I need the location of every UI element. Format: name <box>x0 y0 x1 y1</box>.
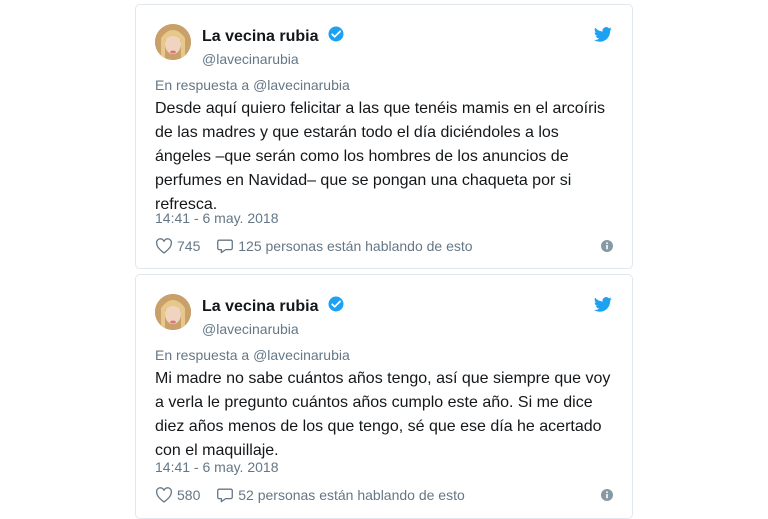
info-icon[interactable] <box>601 239 613 255</box>
replies-text: 125 personas están hablando de esto <box>238 238 473 255</box>
twitter-bird-icon[interactable] <box>594 27 612 47</box>
tweet-card[interactable]: La vecina rubia @lavecinarubia En respue… <box>135 4 633 269</box>
reply-context: En respuesta a @lavecinarubia <box>155 77 350 93</box>
display-name[interactable]: La vecina rubia <box>202 298 319 316</box>
tweet-timestamp[interactable]: 14:41 - 6 may. 2018 <box>155 210 278 226</box>
twitter-bird-icon[interactable] <box>594 297 612 317</box>
tweet-text: Desde aquí quiero felicitar a las que te… <box>155 100 605 213</box>
display-name[interactable]: La vecina rubia <box>202 28 319 46</box>
replies-link[interactable]: 52 personas están hablando de esto <box>216 487 465 503</box>
reply-context: En respuesta a @lavecinarubia <box>155 347 350 363</box>
reply-bubble-icon <box>217 488 234 503</box>
reply-prefix: En respuesta a <box>155 347 250 363</box>
info-icon[interactable] <box>601 488 613 504</box>
user-handle[interactable]: @lavecinarubia <box>202 51 345 67</box>
avatar[interactable] <box>155 24 191 60</box>
tweet-text: Mi madre no sabe cuántos años tengo, así… <box>155 370 611 459</box>
tweet-card[interactable]: La vecina rubia @lavecinarubia En respue… <box>135 274 633 519</box>
reply-prefix: En respuesta a <box>155 77 250 93</box>
avatar[interactable] <box>155 294 191 330</box>
verified-badge-icon <box>327 295 345 318</box>
reply-handle-link[interactable]: @lavecinarubia <box>253 347 350 363</box>
tweet-actions: 580 52 personas están hablando de esto <box>155 486 613 506</box>
like-count: 580 <box>177 487 201 504</box>
tweet-actions: 745 125 personas están hablando de esto <box>155 237 613 257</box>
like-button[interactable]: 580 <box>155 487 200 503</box>
heart-icon <box>156 238 172 254</box>
like-count: 745 <box>177 238 201 255</box>
reply-bubble-icon <box>217 239 234 254</box>
user-handle[interactable]: @lavecinarubia <box>202 321 345 337</box>
heart-icon <box>156 487 172 503</box>
tweet-timestamp[interactable]: 14:41 - 6 may. 2018 <box>155 459 278 475</box>
like-button[interactable]: 745 <box>155 238 200 254</box>
replies-link[interactable]: 125 personas están hablando de esto <box>216 238 473 255</box>
verified-badge-icon <box>327 25 345 48</box>
replies-text: 52 personas están hablando de esto <box>238 487 465 504</box>
reply-handle-link[interactable]: @lavecinarubia <box>253 77 350 93</box>
